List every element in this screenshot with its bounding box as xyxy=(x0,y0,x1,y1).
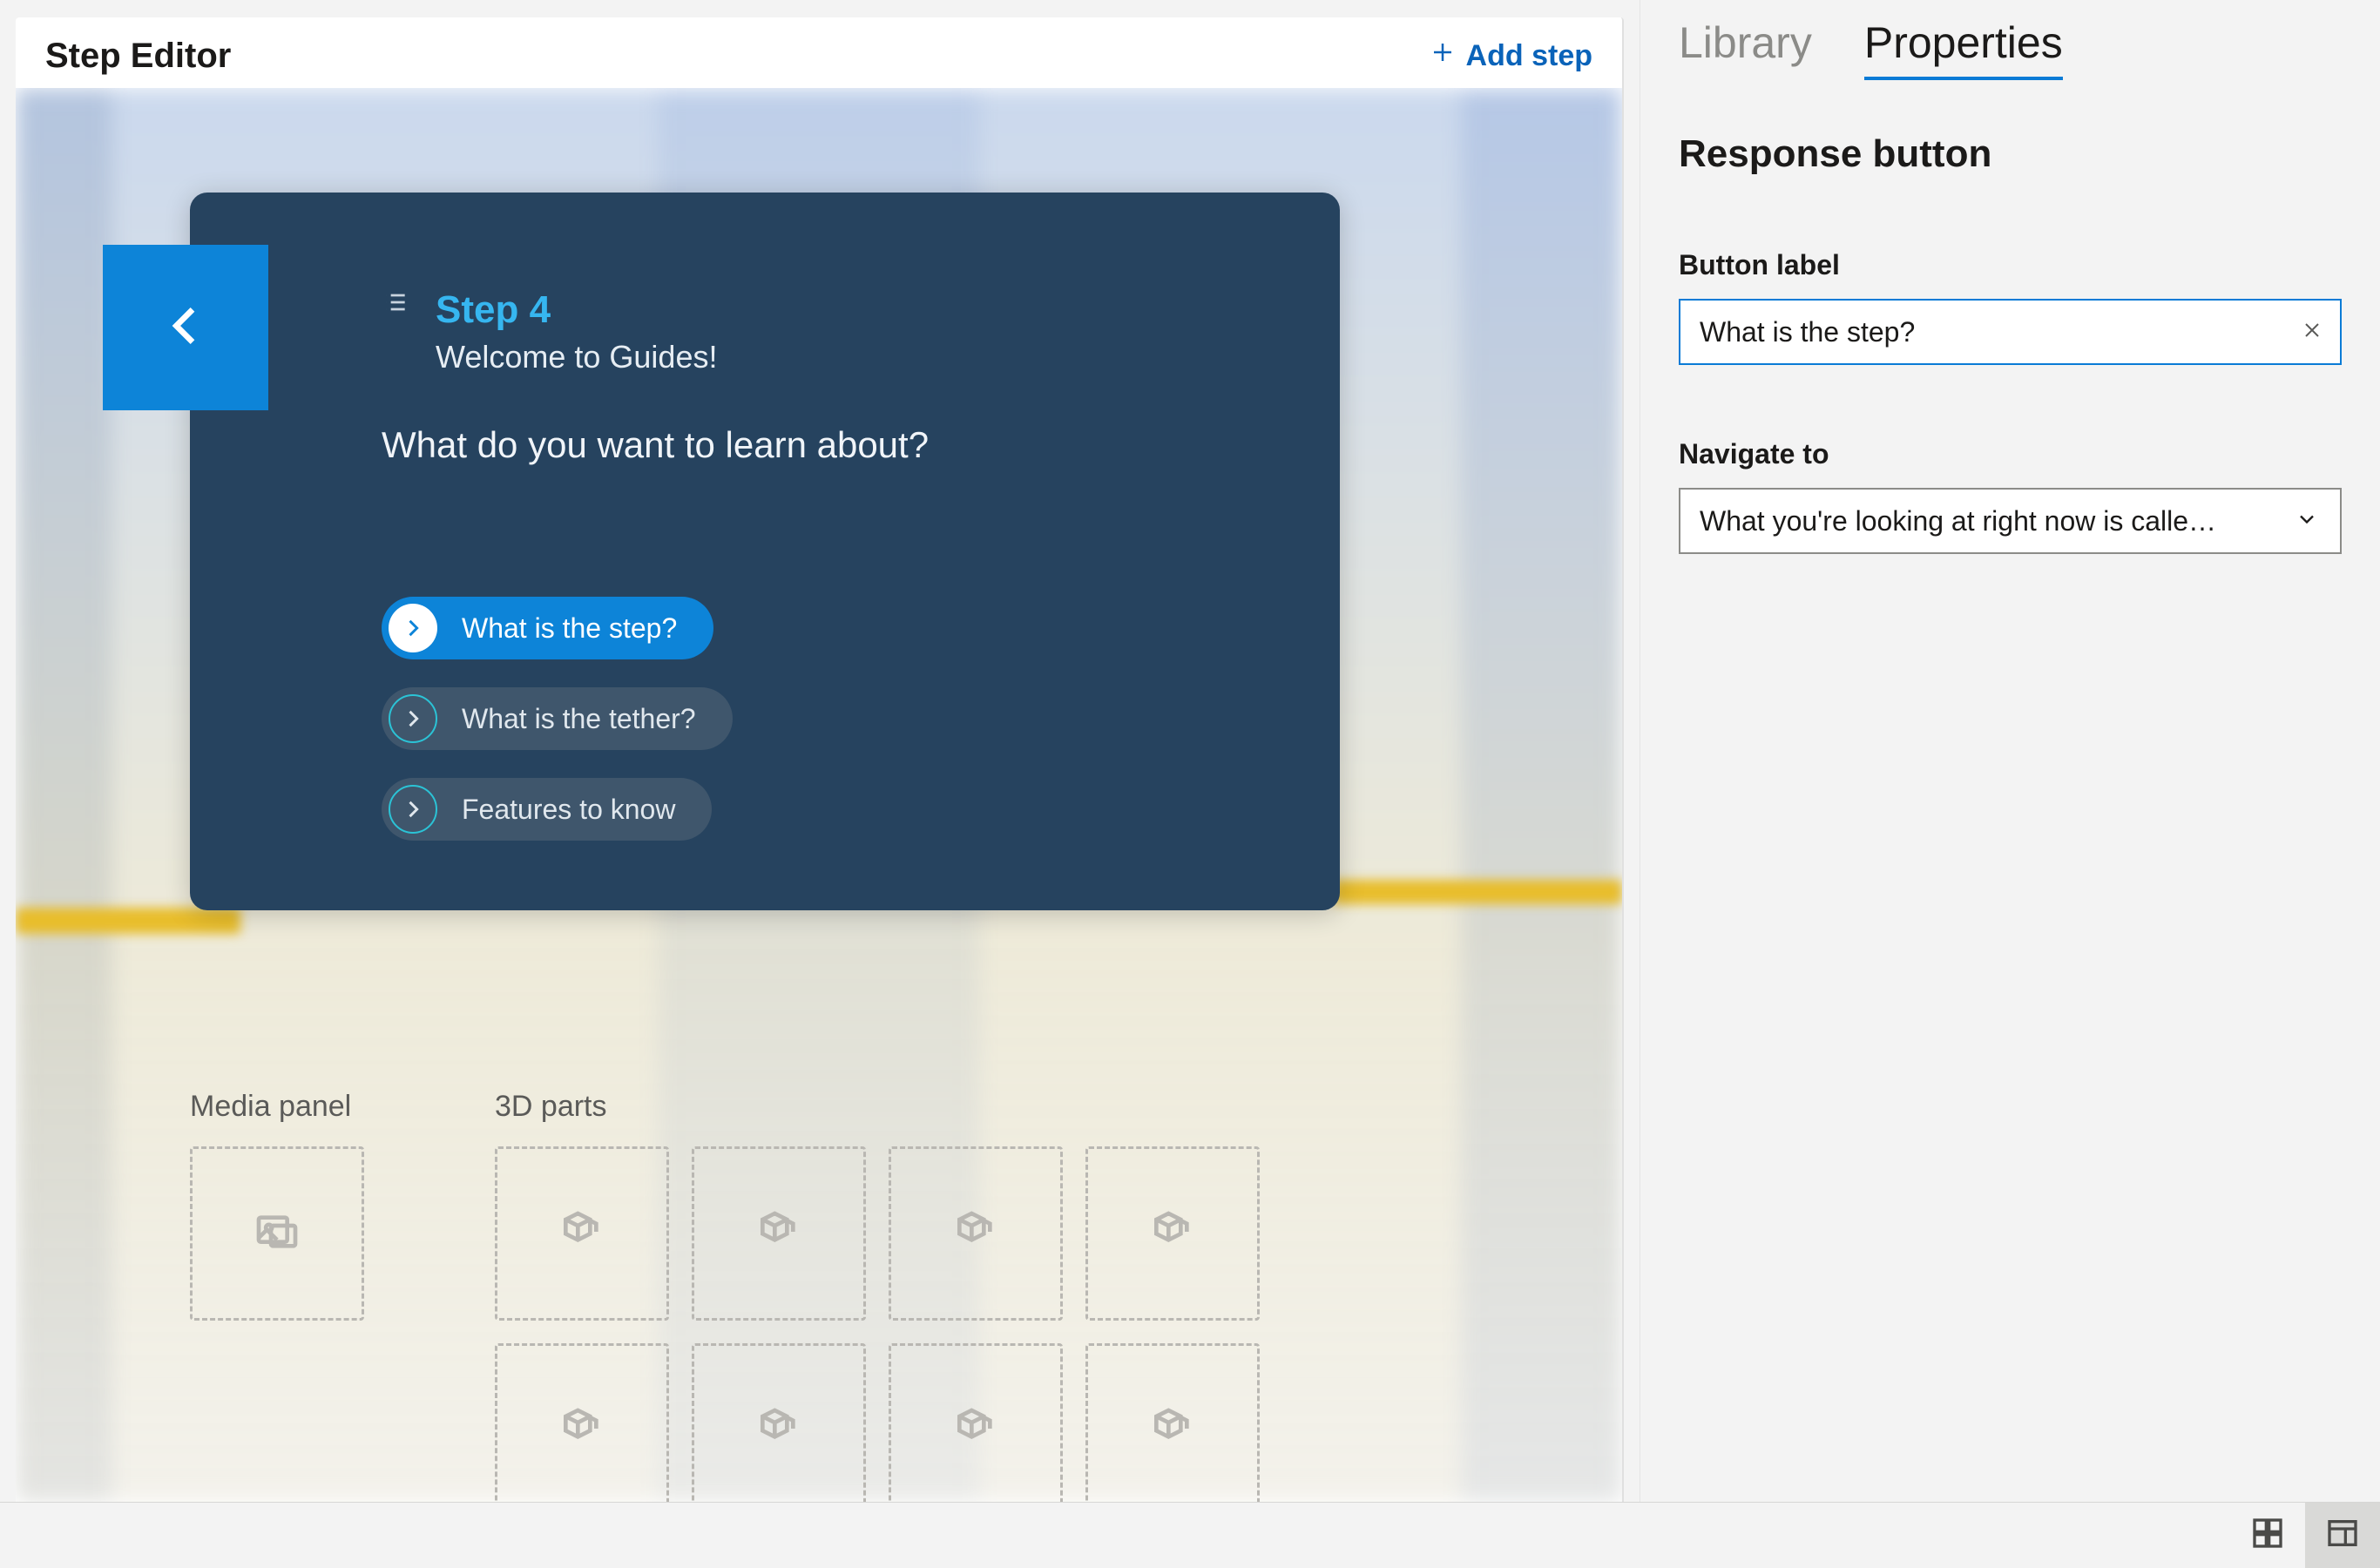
cube-icon xyxy=(1148,1207,1197,1260)
response-list: What is the step? What is the tether? xyxy=(382,597,1279,841)
response-label: What is the tether? xyxy=(462,703,696,735)
arrow-right-icon xyxy=(389,694,437,743)
cube-icon xyxy=(558,1207,606,1260)
part-slot[interactable] xyxy=(889,1343,1063,1502)
tab-library[interactable]: Library xyxy=(1679,17,1812,77)
clear-input-button[interactable] xyxy=(2295,314,2329,349)
cube-icon xyxy=(558,1404,606,1457)
properties-heading: Response button xyxy=(1679,132,2342,176)
arrow-right-icon xyxy=(389,785,437,834)
editor-title: Step Editor xyxy=(45,37,231,76)
add-step-label: Add step xyxy=(1466,39,1592,73)
response-button-1[interactable]: What is the tether? xyxy=(382,687,733,750)
arrow-right-icon xyxy=(389,604,437,652)
step-prompt: What do you want to learn about? xyxy=(382,424,1279,466)
cube-icon xyxy=(754,1207,803,1260)
parts-panel: 3D parts xyxy=(495,1090,1260,1502)
step-subtitle: Welcome to Guides! xyxy=(436,339,717,375)
preview-surface: Step 4 Welcome to Guides! What do you wa… xyxy=(16,88,1622,1502)
plus-icon xyxy=(1430,39,1456,73)
button-label-input[interactable] xyxy=(1679,299,2342,365)
response-button-0[interactable]: What is the step? xyxy=(382,597,713,659)
add-step-button[interactable]: Add step xyxy=(1430,39,1592,73)
statusbar xyxy=(0,1502,2380,1568)
response-label: Features to know xyxy=(462,794,675,826)
navigate-select[interactable]: What you're looking at right now is call… xyxy=(1679,488,2342,554)
detail-view-button[interactable] xyxy=(2305,1503,2380,1568)
part-slot[interactable] xyxy=(692,1343,866,1502)
grid-view-button[interactable] xyxy=(2230,1503,2305,1568)
editor-header: Step Editor Add step xyxy=(16,17,1622,88)
step-number: Step 4 xyxy=(436,288,717,332)
media-panel: Media panel xyxy=(190,1090,364,1502)
part-slot[interactable] xyxy=(1085,1343,1260,1502)
grid-view-icon xyxy=(2250,1516,2285,1555)
navigate-field-label: Navigate to xyxy=(1679,438,2342,470)
part-slot[interactable] xyxy=(889,1146,1063,1321)
button-label-field-label: Button label xyxy=(1679,249,2342,281)
media-panel-label: Media panel xyxy=(190,1090,364,1124)
response-label: What is the step? xyxy=(462,612,677,645)
cube-icon xyxy=(1148,1404,1197,1457)
media-slot[interactable] xyxy=(190,1146,364,1321)
cube-icon xyxy=(951,1404,1000,1457)
image-icon xyxy=(253,1207,301,1260)
close-icon xyxy=(2302,320,2323,345)
response-button-2[interactable]: Features to know xyxy=(382,778,712,841)
part-slot[interactable] xyxy=(495,1343,669,1502)
step-card: Step 4 Welcome to Guides! What do you wa… xyxy=(190,193,1340,910)
detail-view-icon xyxy=(2325,1516,2360,1555)
sidebar-tabs: Library Properties xyxy=(1679,17,2342,80)
part-slot[interactable] xyxy=(692,1146,866,1321)
arrow-left-icon xyxy=(158,298,213,358)
properties-panel: Library Properties Response button Butto… xyxy=(1640,0,2380,1502)
part-slot[interactable] xyxy=(1085,1146,1260,1321)
part-slot[interactable] xyxy=(495,1146,669,1321)
chevron-down-icon xyxy=(2295,507,2323,535)
cube-icon xyxy=(754,1404,803,1457)
tab-properties[interactable]: Properties xyxy=(1864,17,2063,80)
list-icon[interactable] xyxy=(382,288,409,321)
back-button[interactable] xyxy=(103,245,268,410)
parts-panel-label: 3D parts xyxy=(495,1090,1260,1124)
navigate-select-value: What you're looking at right now is call… xyxy=(1700,505,2216,537)
cube-icon xyxy=(951,1207,1000,1260)
step-editor-card: Step Editor Add step xyxy=(16,17,1624,1502)
